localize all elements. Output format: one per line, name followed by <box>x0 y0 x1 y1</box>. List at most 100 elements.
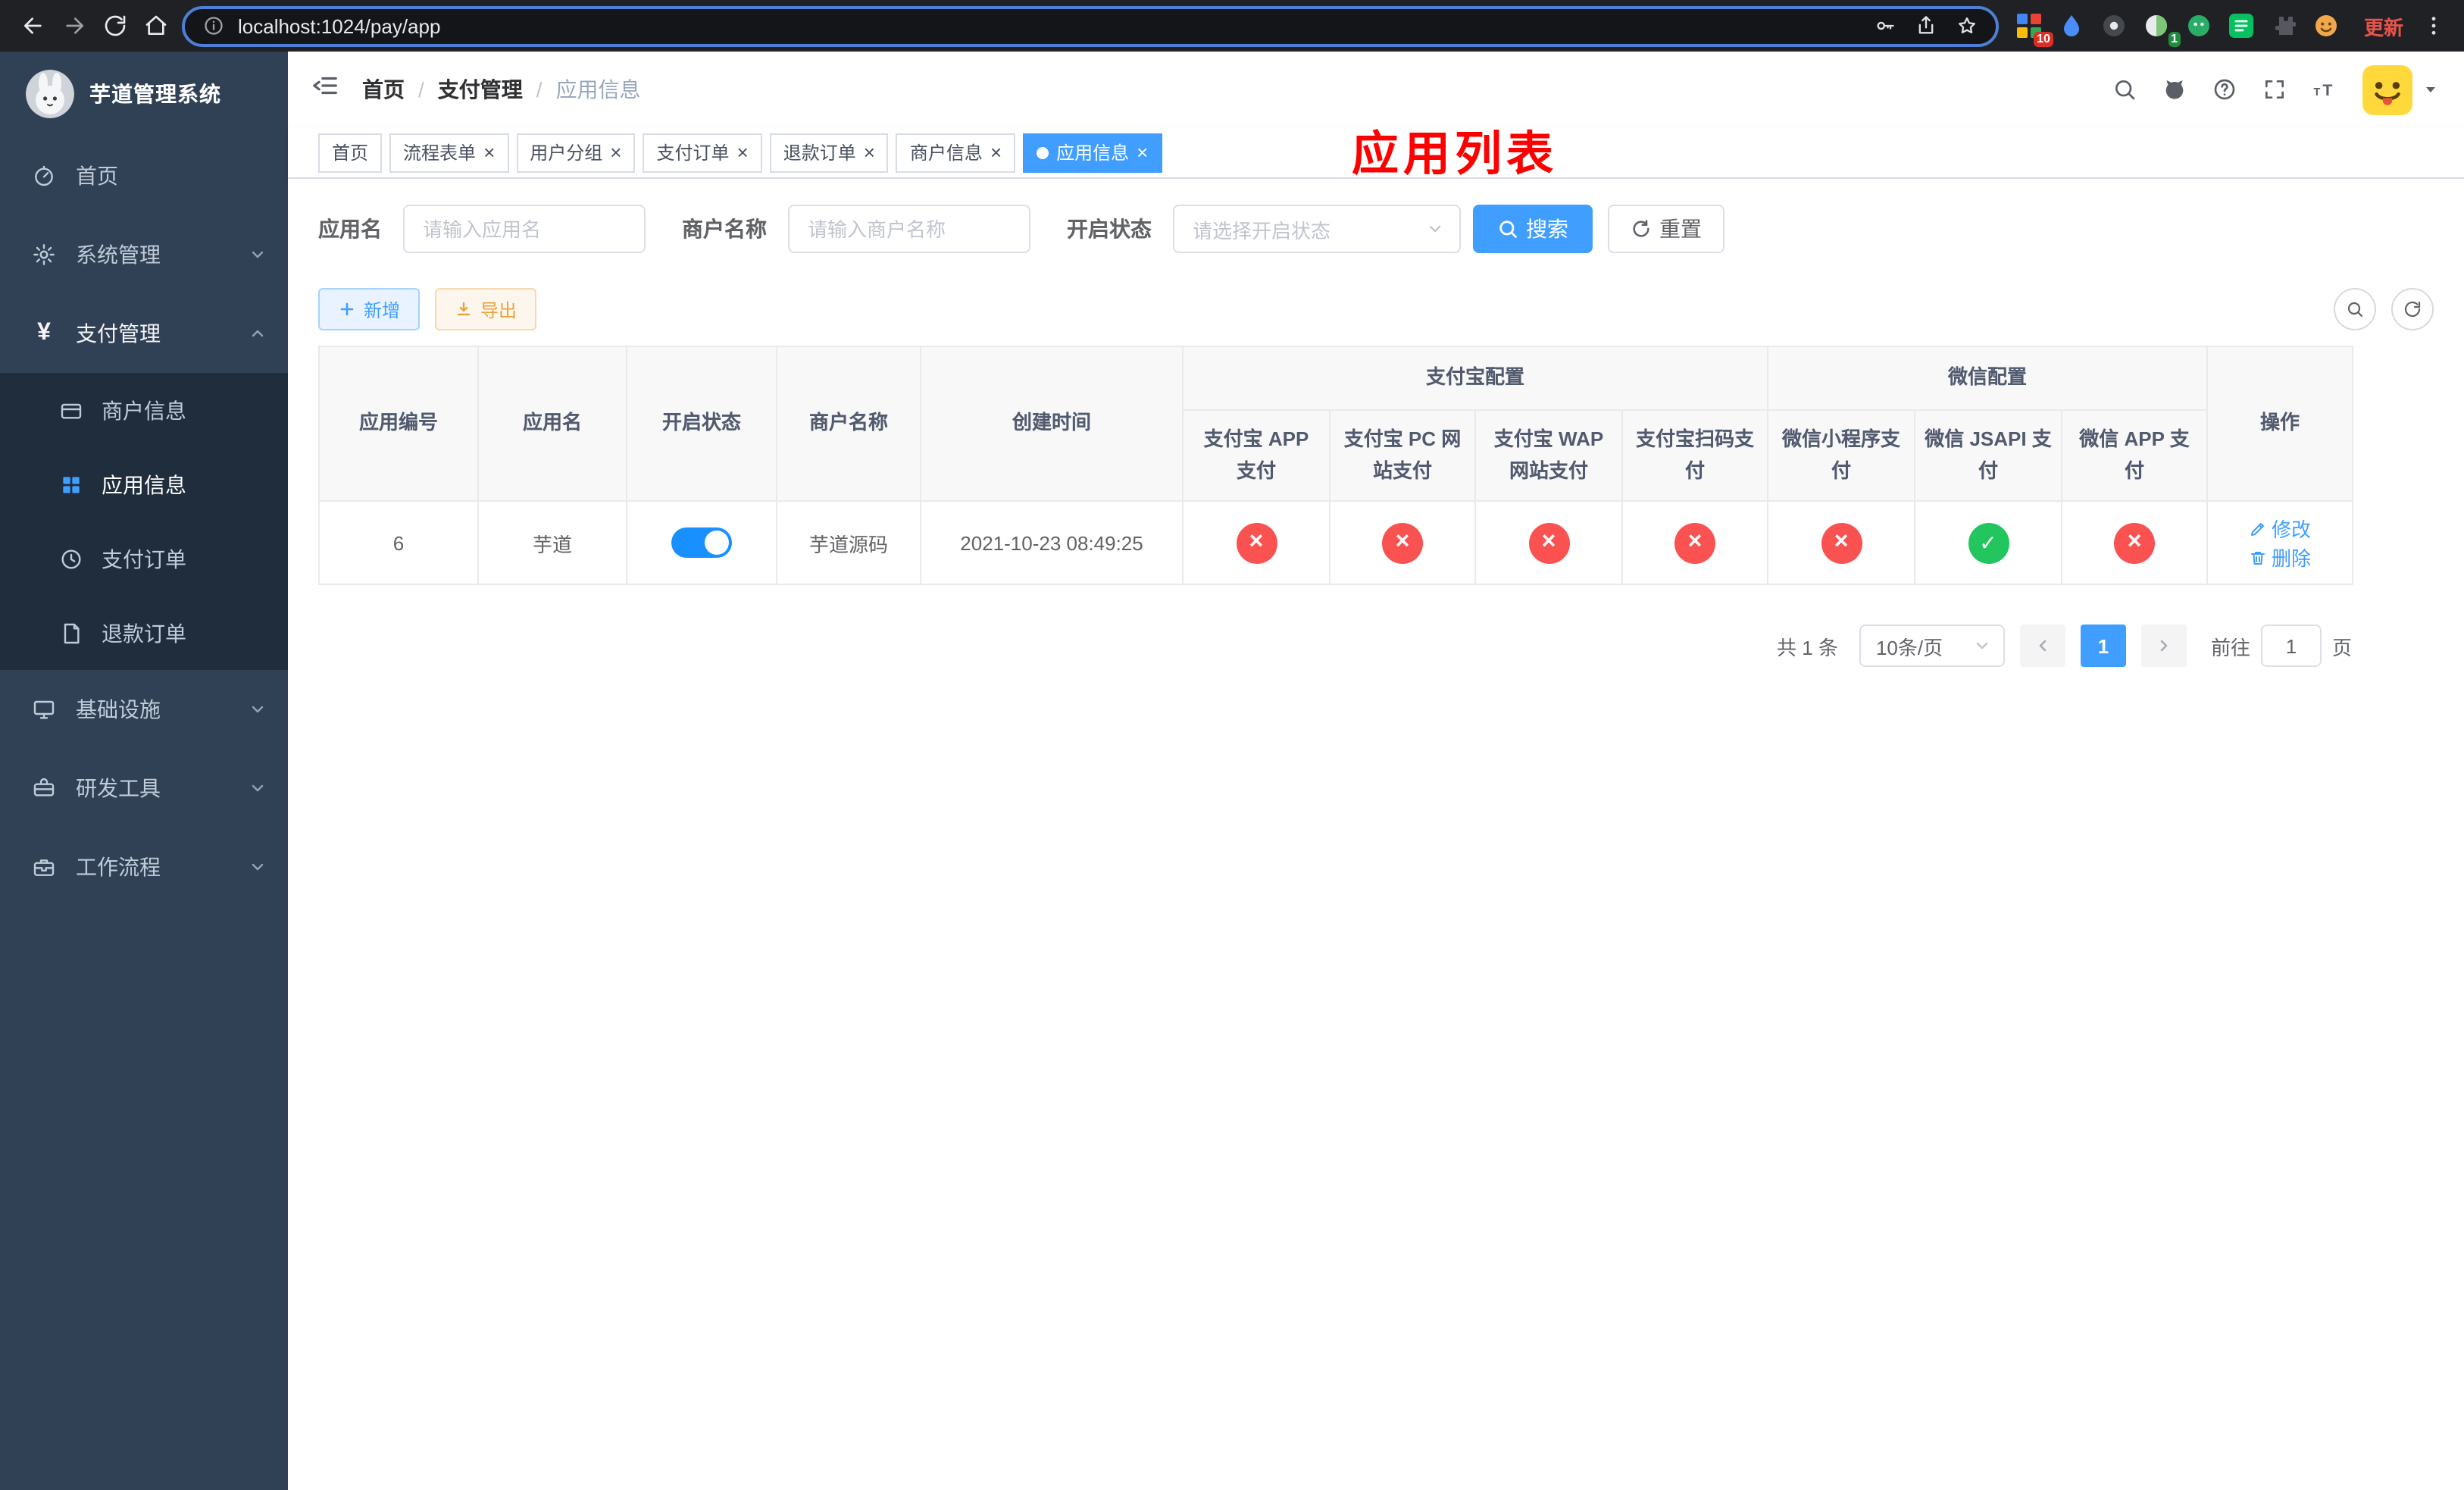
breadcrumb-section[interactable]: 支付管理 <box>438 74 523 105</box>
share-icon[interactable] <box>1915 15 1937 36</box>
close-icon[interactable]: × <box>864 142 875 162</box>
chevron-down-icon <box>249 700 267 718</box>
sidebar-item-label: 支付订单 <box>102 546 186 571</box>
sidebar-item-system[interactable]: 系统管理 <box>0 215 288 294</box>
sidebar-item-refund-order[interactable]: 退款订单 <box>0 596 288 670</box>
tag-merchant-info[interactable]: 商户信息 × <box>896 133 1016 172</box>
page-size-select[interactable]: 10条/页 <box>1859 624 2005 668</box>
sidebar-item-label: 工作流程 <box>76 855 161 879</box>
github-icon[interactable] <box>2162 77 2187 102</box>
col-header-wx-jsapi: 微信 JSAPI 支付 <box>1914 408 2063 502</box>
alipay-wap-status-badge <box>1528 522 1569 564</box>
refresh-table-button[interactable] <box>2391 288 2434 330</box>
yen-icon: ¥ <box>37 320 51 346</box>
status-toggle[interactable] <box>671 527 732 559</box>
sidebar-item-payment[interactable]: ¥ 支付管理 <box>0 294 288 373</box>
search-button[interactable]: 搜索 <box>1473 205 1593 253</box>
app-name-input[interactable] <box>403 205 646 253</box>
gear-icon <box>30 243 58 267</box>
font-size-icon[interactable]: TT <box>2312 77 2337 102</box>
tag-user-group[interactable]: 用户分组 × <box>516 133 636 172</box>
sidebar-item-pay-order[interactable]: 支付订单 <box>0 521 288 596</box>
help-icon[interactable] <box>2212 77 2237 102</box>
wx-app-status-badge <box>2114 522 2156 564</box>
tag-process-form[interactable]: 流程表单 × <box>389 133 509 172</box>
add-button[interactable]: 新增 <box>318 288 421 330</box>
fullscreen-icon[interactable] <box>2262 77 2287 102</box>
col-header-alipay-app: 支付宝 APP 支付 <box>1182 408 1330 502</box>
url-text[interactable]: localhost:1024/pay/app <box>238 14 1875 37</box>
col-header-alipay-qr: 支付宝扫码支付 <box>1621 408 1769 502</box>
forward-icon[interactable] <box>53 5 94 46</box>
tag-home[interactable]: 首页 <box>318 133 383 172</box>
user-menu[interactable] <box>2362 64 2440 114</box>
grid-icon <box>58 472 85 496</box>
tag-pay-order[interactable]: 支付订单 × <box>643 133 762 172</box>
col-header-name: 应用名 <box>477 345 627 502</box>
extension-green-square-icon[interactable] <box>2226 10 2258 42</box>
col-header-created: 创建时间 <box>920 345 1184 502</box>
sidebar-item-home[interactable]: 首页 <box>0 136 288 215</box>
extension-dark-circle-icon[interactable] <box>2099 10 2131 42</box>
reset-button[interactable]: 重置 <box>1608 205 1724 253</box>
breadcrumb-home[interactable]: 首页 <box>362 74 405 105</box>
extension-emoji-icon[interactable] <box>2311 10 2343 42</box>
sidebar-item-label: 商户信息 <box>102 398 186 422</box>
app-logo[interactable]: 芋道管理系统 <box>0 52 288 136</box>
password-key-icon[interactable] <box>1875 15 1896 36</box>
cell-status <box>626 500 777 586</box>
extension-drop-icon[interactable] <box>2056 10 2088 42</box>
site-info-icon[interactable] <box>203 15 224 36</box>
close-icon[interactable]: × <box>610 142 621 162</box>
wx-jsapi-status-badge <box>1968 522 2009 564</box>
caret-down-icon <box>2422 80 2440 99</box>
address-bar[interactable]: localhost:1024/pay/app <box>182 5 1999 46</box>
goto-unit: 页 <box>2331 636 2352 659</box>
close-icon[interactable]: × <box>990 142 1002 162</box>
sidebar-item-workflow[interactable]: 工作流程 <box>0 828 288 906</box>
close-icon[interactable]: × <box>737 142 749 162</box>
avatar[interactable] <box>2362 64 2412 114</box>
page-number-button[interactable]: 1 <box>2080 624 2126 668</box>
bookmark-star-icon[interactable] <box>1956 15 1978 36</box>
close-icon[interactable]: × <box>1137 142 1148 162</box>
tag-app-info[interactable]: 应用信息 × <box>1023 133 1162 172</box>
sidebar-item-infra[interactable]: 基础设施 <box>0 670 288 749</box>
col-header-alipay-wap: 支付宝 WAP 网站支付 <box>1474 408 1623 502</box>
breadcrumb: 首页 / 支付管理 / 应用信息 <box>362 74 641 105</box>
delete-button[interactable]: 删除 <box>2249 543 2311 572</box>
export-button[interactable]: 导出 <box>435 288 537 330</box>
monitor-icon <box>30 697 58 722</box>
sidebar-item-merchant-info[interactable]: 商户信息 <box>0 373 288 447</box>
status-select[interactable]: 请选择开启状态 <box>1173 205 1461 253</box>
extension-wechat-icon[interactable] <box>2184 10 2215 42</box>
goto-label: 前往 <box>2210 636 2250 659</box>
chevron-up-icon <box>249 324 267 343</box>
merchant-name-input[interactable] <box>788 205 1030 253</box>
reload-icon[interactable] <box>94 5 135 46</box>
app-table: 应用编号 应用名 开启状态 商户名称 创建时间 支付宝配置 微信配置 操作 支付… <box>318 345 2354 586</box>
close-icon[interactable]: × <box>483 142 495 162</box>
svg-text:T: T <box>2322 81 2332 99</box>
extension-puzzle-icon[interactable] <box>2269 10 2300 42</box>
svg-text:T: T <box>2313 86 2320 99</box>
wx-mini-status-badge <box>1821 522 1862 564</box>
home-icon[interactable] <box>135 5 176 46</box>
browser-menu-icon[interactable] <box>2416 14 2452 38</box>
browser-update-button[interactable]: 更新 <box>2352 11 2416 40</box>
extension-avatar-icon[interactable]: 1 <box>2141 10 2181 46</box>
sidebar-item-app-info[interactable]: 应用信息 <box>0 447 288 521</box>
back-icon[interactable] <box>12 5 53 46</box>
tag-refund-order[interactable]: 退款订单 × <box>769 133 889 172</box>
sidebar-item-devtools[interactable]: 研发工具 <box>0 749 288 828</box>
prev-page-button[interactable] <box>2019 624 2065 668</box>
search-icon[interactable] <box>2112 77 2137 102</box>
next-page-button[interactable] <box>2140 624 2187 668</box>
table-row: 6 芋道 芋道源码 2021-10-23 08:49:25 × × × × × … <box>318 500 2354 586</box>
sidebar-collapse-icon[interactable] <box>311 71 339 108</box>
chevron-down-icon <box>249 779 267 797</box>
toggle-search-button[interactable] <box>2334 288 2376 330</box>
extension-grid-icon[interactable]: 10 <box>2014 10 2053 46</box>
goto-page-input[interactable] <box>2260 624 2322 668</box>
edit-button[interactable]: 修改 <box>2249 515 2311 543</box>
